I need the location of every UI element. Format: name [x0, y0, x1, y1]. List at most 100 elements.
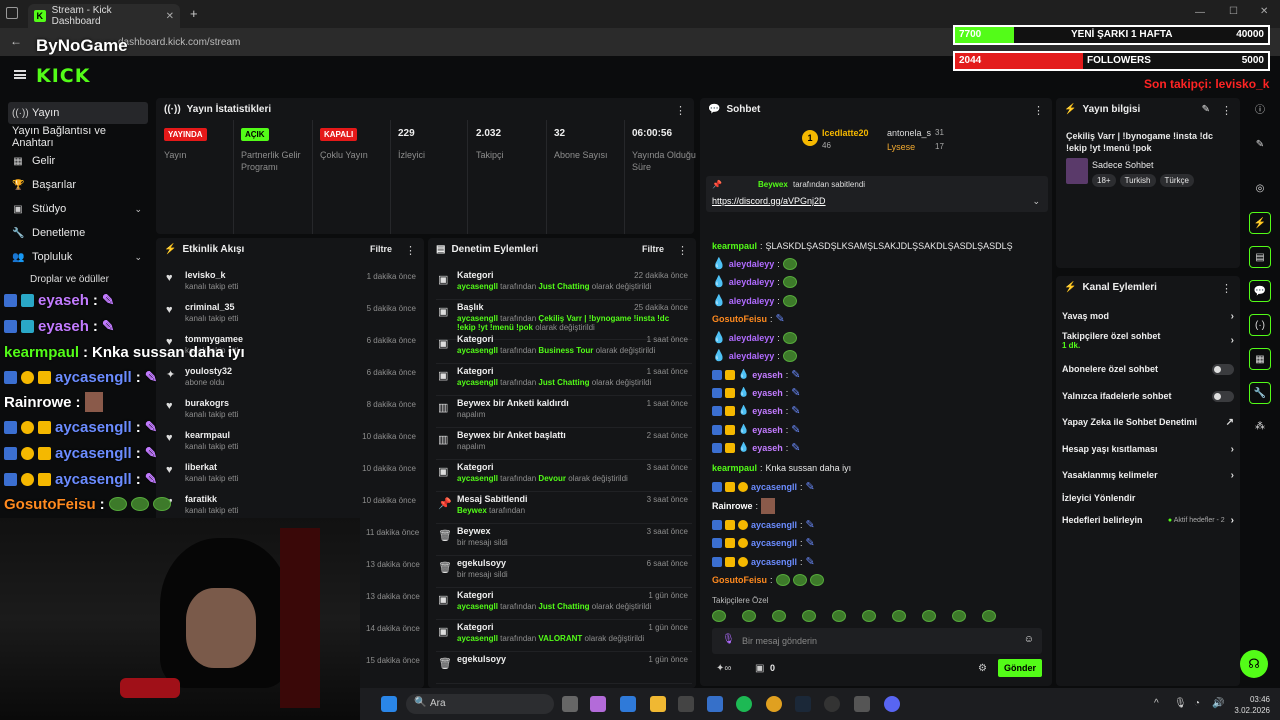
- edit-icon[interactable]: ✎: [1202, 104, 1210, 115]
- chat-message[interactable]: 💧 eyaseh: ✎: [712, 439, 1042, 456]
- new-tab-icon[interactable]: +: [190, 6, 198, 21]
- activity-row[interactable]: ♥ levisko_k kanalı takip etti 1 dakika önce: [164, 268, 420, 300]
- settings-icon[interactable]: ⚙: [978, 663, 987, 674]
- tab-actions-icon[interactable]: [6, 7, 18, 19]
- pinned-message[interactable]: 📌 Beywex tarafından sabitlendi https://d…: [706, 176, 1048, 212]
- channel-action-item[interactable]: Yasaklanmış kelimeler ›: [1062, 465, 1234, 485]
- moderation-row[interactable]: ▣ Kategori aycasengll tarafından VALORANT …: [436, 620, 692, 652]
- moderation-row[interactable]: 📌 Mesaj Sabitlendi Beywex tarafından 3 saa…: [436, 492, 692, 524]
- channel-action-item[interactable]: Yavaş mod ›: [1062, 306, 1234, 326]
- sidebar-item-community[interactable]: 👥 Topluluk ⌄: [8, 246, 148, 268]
- channel-action-item[interactable]: Hesap yaşı kısıtlaması ›: [1062, 439, 1234, 459]
- emote-picker-icon[interactable]: [712, 610, 726, 622]
- chat-username[interactable]: aleydaleyy: [729, 259, 775, 269]
- chat-username[interactable]: GosutoFeisu: [712, 575, 767, 585]
- activity-row[interactable]: ✦ youlosty32 abone oldu 6 dakika önce: [164, 364, 420, 396]
- chat-username[interactable]: kearmpaul: [712, 241, 757, 251]
- chat-message[interactable]: aycasengll: ✎: [712, 534, 1042, 551]
- chrome-icon[interactable]: [766, 696, 782, 712]
- support-icon[interactable]: ☊: [1240, 650, 1268, 678]
- steam-icon[interactable]: [795, 696, 811, 712]
- chat-username[interactable]: aleydaleyy: [729, 351, 775, 361]
- moderation-row[interactable]: 🗑 Beywex bir mesajı sildi 3 saat önce: [436, 524, 692, 556]
- top-gifter-name[interactable]: Icedlatte20: [822, 128, 869, 138]
- minimize-icon[interactable]: —: [1195, 7, 1205, 18]
- store-icon[interactable]: ▣: [755, 663, 764, 674]
- more-options-icon[interactable]: ⋮: [1221, 104, 1232, 117]
- maximize-icon[interactable]: ☐: [1229, 6, 1238, 17]
- moderation-row[interactable]: ▣ Kategori aycasengll tarafından Business …: [436, 332, 692, 364]
- chat-message[interactable]: 💧 aleydaleyy:: [712, 292, 1042, 309]
- emote-picker-icon[interactable]: [772, 610, 786, 622]
- chat-message[interactable]: kearmpaul: ŞLASKDLŞASDŞLKSAMŞLSAKJDLŞSAKD…: [712, 237, 1042, 254]
- emote-picker-icon[interactable]: [802, 610, 816, 622]
- chat-username[interactable]: eyaseh: [752, 443, 783, 453]
- menu-icon[interactable]: [14, 70, 26, 79]
- gifter-name[interactable]: Lysese: [887, 142, 915, 152]
- channel-action-item[interactable]: Takipçilere özel sohbet 1 dk. ›: [1062, 330, 1234, 350]
- copilot-icon[interactable]: [590, 696, 606, 712]
- emoji-icon[interactable]: ☺: [1024, 634, 1034, 645]
- activity-row[interactable]: ♥ kearmpaul kanalı takip etti 10 dakika önc…: [164, 428, 420, 460]
- edge-icon[interactable]: [620, 696, 636, 712]
- taskbar-clock[interactable]: 03:46 3.02.2026: [1222, 694, 1270, 716]
- channel-action-item[interactable]: Abonelere özel sohbet: [1062, 359, 1234, 379]
- toggle-switch[interactable]: [1212, 390, 1234, 402]
- chat-username[interactable]: eyaseh: [752, 370, 783, 380]
- chat-username[interactable]: aycasengll: [751, 520, 797, 530]
- activity-row[interactable]: ♥ liberkat kanalı takip etti 10 dakika önce: [164, 460, 420, 492]
- wrench-icon[interactable]: 🔧: [1249, 382, 1271, 404]
- chat-username[interactable]: aycasengll: [751, 482, 797, 492]
- chat-message[interactable]: GosutoFeisu: ✎: [712, 310, 1042, 327]
- close-window-icon[interactable]: ✕: [1260, 6, 1268, 17]
- chat-username[interactable]: kearmpaul: [712, 463, 757, 473]
- obs-icon[interactable]: [824, 696, 840, 712]
- info-icon[interactable]: ⓘ: [1249, 100, 1271, 122]
- channel-action-item[interactable]: Hedefleri belirleyin ● Aktif hedefler - 2…: [1062, 510, 1234, 530]
- sidebar-item-revenue[interactable]: ▦ Gelir: [8, 150, 148, 172]
- camera-icon[interactable]: ◎: [1249, 178, 1271, 200]
- nodes-icon[interactable]: ⁂: [1249, 416, 1271, 438]
- channel-action-item[interactable]: Yalnızca ifadelerle sohbet: [1062, 386, 1234, 406]
- chat-username[interactable]: aycasengll: [751, 538, 797, 548]
- moderation-row[interactable]: ▣ Kategori aycasengll tarafından Just Chat…: [436, 364, 692, 396]
- chat-username[interactable]: eyaseh: [752, 388, 783, 398]
- send-button[interactable]: Gönder: [998, 659, 1042, 677]
- mic-icon[interactable]: 🎙: [1174, 698, 1187, 709]
- sidebar-item-achievements[interactable]: 🏆 Başarılar: [8, 174, 148, 196]
- toggle-switch[interactable]: [1212, 363, 1234, 375]
- chat-message[interactable]: 💧 aleydaleyy:: [712, 273, 1042, 290]
- sidebar-item-drops[interactable]: Droplar ve ödüller: [30, 274, 109, 285]
- chat-message[interactable]: 💧 eyaseh: ✎: [712, 402, 1042, 419]
- discord-icon[interactable]: [884, 696, 900, 712]
- moderation-row[interactable]: ▥ Beywex bir Anket başlattı napalım 2 saat…: [436, 428, 692, 460]
- chat-message[interactable]: kearmpaul: Knka sussan daha iyı: [712, 459, 1042, 476]
- mic-icon[interactable]: 🎙: [722, 634, 735, 645]
- gifter-name[interactable]: antonela_s: [887, 128, 931, 138]
- more-options-icon[interactable]: ⋮: [1221, 282, 1232, 295]
- emote-picker-icon[interactable]: [742, 610, 756, 622]
- sidebar-item-studio[interactable]: ▣ Stüdyo ⌄: [8, 198, 148, 220]
- chevron-down-icon[interactable]: ⌄: [1032, 196, 1040, 207]
- moderation-row[interactable]: ▣ Kategori aycasengll tarafından Just Chat…: [436, 588, 692, 620]
- spotify-icon[interactable]: [736, 696, 752, 712]
- chat-input[interactable]: 🎙 Bir mesaj gönderin ☺: [712, 628, 1042, 654]
- chat-username[interactable]: aleydaleyy: [729, 296, 775, 306]
- channel-action-item[interactable]: Yapay Zeka ile Sohbet Denetimi ↗: [1062, 412, 1234, 432]
- sidebar-item-moderation[interactable]: 🔧 Denetleme: [8, 222, 148, 244]
- emote-picker-icon[interactable]: [862, 610, 876, 622]
- chat-username[interactable]: eyaseh: [752, 425, 783, 435]
- channel-action-item[interactable]: İzleyici Yönlendir: [1062, 488, 1234, 508]
- moderation-row[interactable]: ▣ Kategori aycasengll tarafından Just Chat…: [436, 268, 692, 300]
- sidebar-item-stream-key[interactable]: Yayın Bağlantısı ve Anahtarı: [8, 125, 148, 149]
- app-icon[interactable]: [854, 696, 870, 712]
- chat-username[interactable]: Rainrowe: [712, 501, 753, 511]
- chat-username[interactable]: aycasengll: [751, 557, 797, 567]
- chat-username[interactable]: eyaseh: [752, 406, 783, 416]
- pencil-icon[interactable]: ✎: [1249, 134, 1271, 156]
- sidebar-item-yayin[interactable]: ((·)) Yayın: [8, 102, 148, 124]
- points-icon[interactable]: ✦∞: [716, 663, 732, 674]
- chat-message[interactable]: 💧 aleydaleyy:: [712, 329, 1042, 346]
- list-icon[interactable]: ▦: [1249, 348, 1271, 370]
- back-icon[interactable]: ←: [10, 34, 22, 48]
